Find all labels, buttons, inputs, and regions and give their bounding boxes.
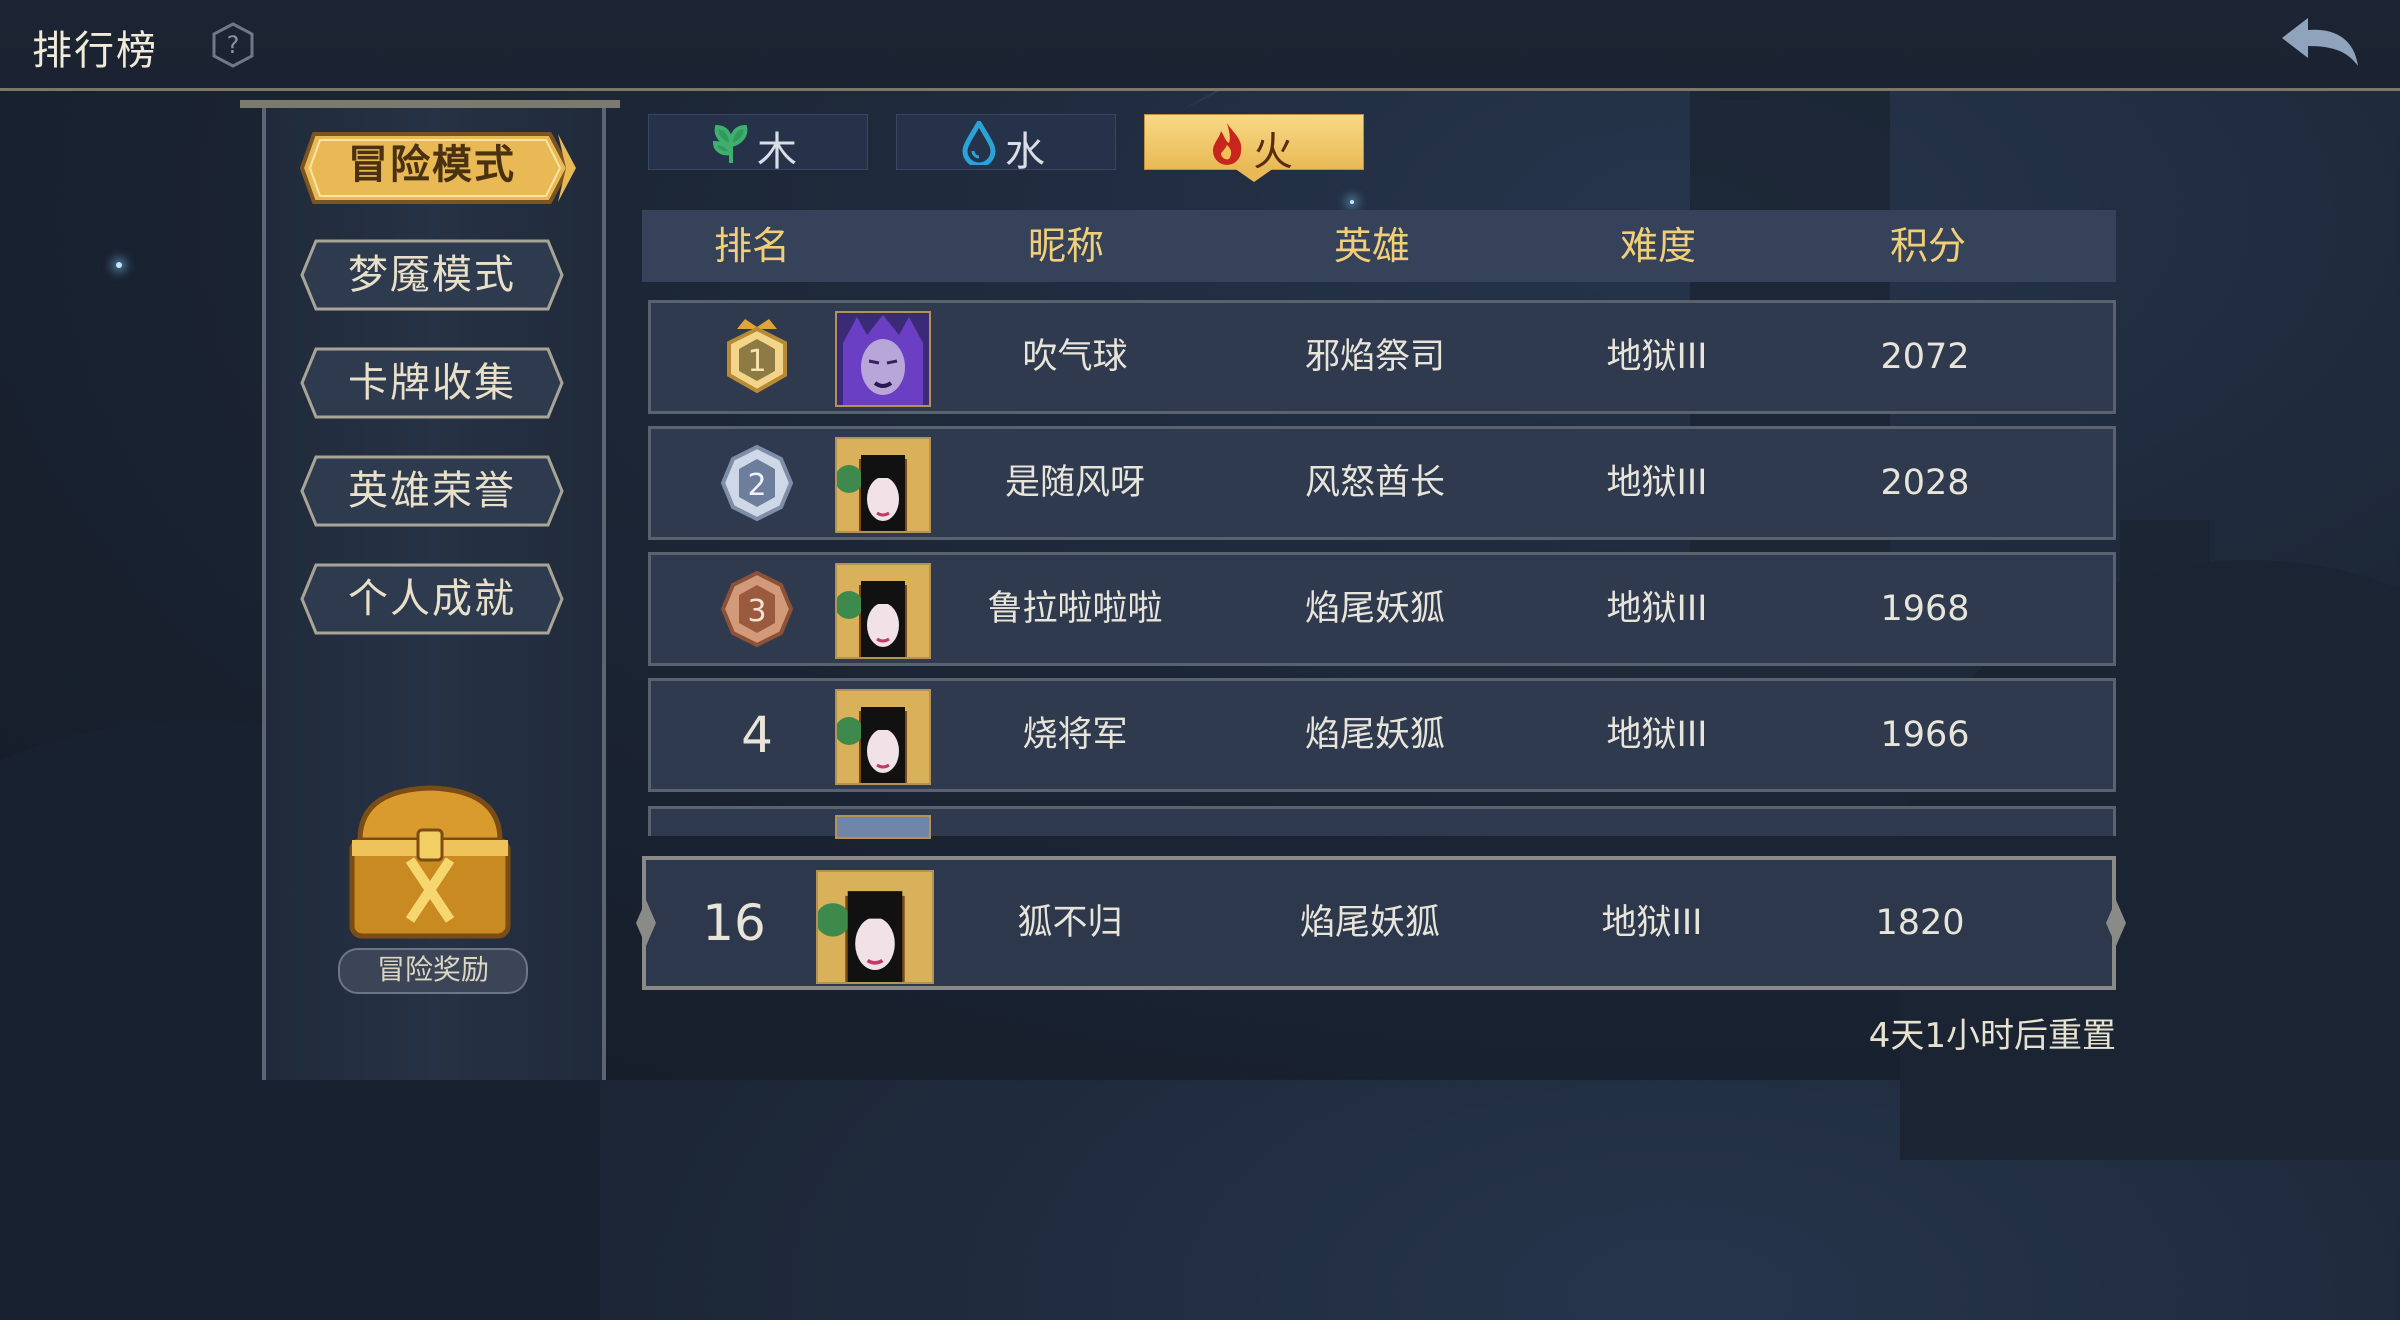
player-nickname: 鲁拉啦啦啦 [987,589,1163,629]
hero-avatar [835,815,931,839]
hero-avatar [835,563,931,659]
score: 2028 [1880,463,1970,503]
bronze-rank-badge-icon: 3 [720,570,794,648]
gold-rank-badge-icon: 1 [727,319,787,394]
score: 2072 [1880,337,1970,377]
column-header-difficulty: 难度 [1619,224,1696,268]
tab-wood[interactable]: 木 [648,114,868,175]
my-score: 1820 [1875,903,1965,943]
my-rank-row[interactable]: 16 狐不归 焰尾妖狐 地狱III 1820 [636,856,2126,990]
my-difficulty: 地狱III [1601,903,1703,943]
column-header-score: 积分 [1889,224,1966,268]
mode-button-adventure[interactable]: 冒险模式 [300,128,576,204]
leaderboard-row[interactable]: 4 烧将军 焰尾妖狐 地狱III 1966 [648,678,2116,792]
adventure-reward-label[interactable]: 冒险奖励 [338,948,528,994]
rank-number: 4 [741,706,773,764]
mode-label: 个人成就 [348,576,516,622]
hero-name: 焰尾妖狐 [1304,589,1445,629]
rank-number: 1 [747,344,766,379]
score: 1968 [1880,589,1970,629]
hero-name: 焰尾妖狐 [1304,715,1445,755]
player-nickname: 是随风呀 [1004,463,1145,503]
score: 1966 [1880,715,1970,755]
sidebar-rail [240,100,620,108]
leaderboard-header: 排名 昵称 英雄 难度 积分 [642,210,2116,282]
tab-water[interactable]: 水 [896,114,1116,175]
difficulty: 地狱III [1606,463,1708,503]
help-icon[interactable]: ? [210,22,256,68]
flame-icon [1213,123,1242,165]
column-header-nickname: 昵称 [1027,224,1104,268]
water-drop-icon [962,121,996,165]
mode-button-achievements[interactable]: 个人成就 [300,562,564,636]
back-arrow-icon[interactable] [2278,14,2362,74]
hero-avatar [835,689,931,785]
leaderboard-row[interactable]: 2 是随风呀 风怒酋长 地狱III 2028 [648,426,2116,540]
silver-rank-badge-icon: 2 [720,444,794,522]
hero-avatar [835,311,931,407]
page-title: 排行榜 [32,28,158,74]
rank-number: 3 [747,594,766,629]
leaderboard-row[interactable]: 1 吹气球 邪焰祭司 地狱III 2072 [648,300,2116,414]
difficulty: 地狱III [1606,589,1708,629]
hero-name: 邪焰祭司 [1304,337,1445,377]
reset-timer: 4天1小时后重置 [1868,1016,2116,1056]
column-header-hero: 英雄 [1333,224,1410,268]
player-nickname: 烧将军 [1022,715,1128,755]
my-nickname: 狐不归 [1017,903,1123,943]
active-tab-pointer [1234,168,1274,182]
my-hero-name: 焰尾妖狐 [1299,903,1440,943]
difficulty: 地狱III [1606,337,1708,377]
hero-avatar [835,437,931,533]
leaderboard-row-partial [648,806,2116,839]
difficulty: 地狱III [1606,715,1708,755]
mode-button-card-collection[interactable]: 卡牌收集 [300,346,564,420]
hero-name: 风怒酋长 [1304,463,1445,503]
mode-label: 冒险模式 [348,142,516,188]
player-nickname: 吹气球 [1022,337,1128,377]
treasure-chest-icon[interactable] [330,770,530,950]
rank-number: 2 [747,468,766,503]
mode-label: 梦魇模式 [348,252,516,298]
tab-label: 木 [757,129,797,175]
mode-button-hero-honor[interactable]: 英雄荣誉 [300,454,564,528]
row-left-ornament [636,900,656,946]
column-header-rank: 排名 [713,224,790,268]
leaderboard-row[interactable]: 3 鲁拉啦啦啦 焰尾妖狐 地狱III 1968 [648,552,2116,666]
top-bar: 排行榜 ? [0,0,2400,91]
mode-button-nightmare[interactable]: 梦魇模式 [300,238,564,312]
tab-fire[interactable]: 火 [1144,114,1364,175]
leaf-icon [712,124,748,163]
row-right-ornament [2106,900,2126,946]
svg-text:?: ? [227,31,240,59]
mode-label: 英雄荣誉 [348,468,516,514]
my-rank-number: 16 [702,894,766,952]
tab-label: 水 [1005,129,1045,175]
hero-avatar [816,870,934,984]
mode-label: 卡牌收集 [348,360,516,406]
